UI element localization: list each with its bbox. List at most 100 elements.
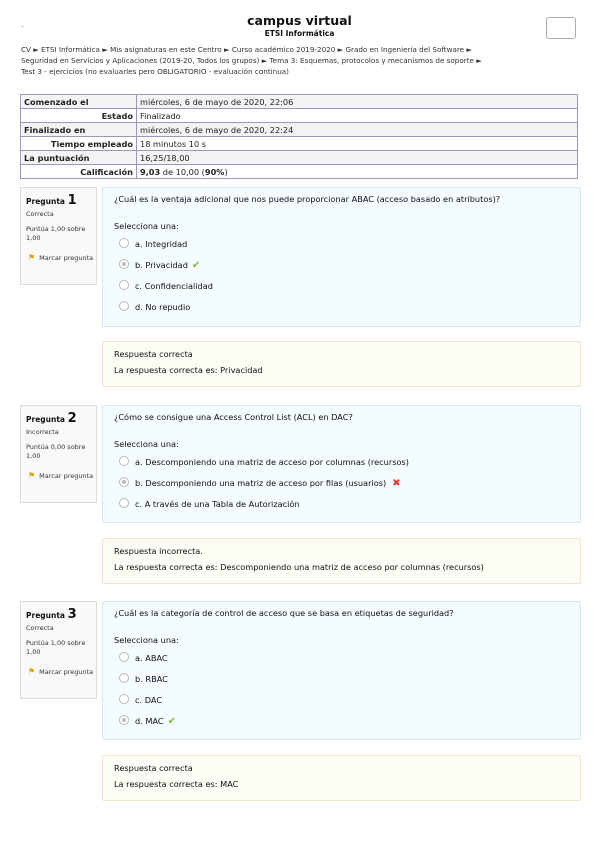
radio-icon[interactable] [119,652,129,662]
answer-option[interactable]: b. Privacidad ✔ [119,259,200,271]
question-number-value: 2 [67,411,77,426]
grade-bold: 9,03 [140,166,161,177]
flag-question-link[interactable]: ⚑ Marcar pregunta [26,667,93,677]
flag-question-link[interactable]: ⚑ Marcar pregunta [26,471,93,481]
breadcrumb-item-cv[interactable]: CV ► [21,45,39,54]
question-state: Correcta [26,210,54,218]
grade-end: ) [224,166,228,177]
flag-icon: ⚑ [28,471,36,480]
flag-label: Marcar pregunta [39,472,94,480]
question-box-2: ¿Cómo se consigue una Access Control Lis… [102,405,581,523]
check-icon: ✔ [167,716,177,727]
site-subtitle: ETSI Informática [264,29,335,38]
answer-option[interactable]: d. MAC ✔ [119,715,176,727]
summary-row-finished: Finalizado en miércoles, 6 de mayo de 20… [20,122,578,137]
radio-icon[interactable] [119,301,129,311]
summary-label: Calificación [20,164,137,179]
answer-label: c. Confidencialidad [135,281,213,291]
breadcrumb-item-etsi[interactable]: ETSI Informática ► [41,45,108,54]
question-points: Puntúa 1,00 sobre 1,00 [26,225,86,242]
summary-row-time: Tiempo empleado 18 minutos 10 s [20,136,578,151]
answer-option[interactable]: d. No repudio [119,301,190,312]
question-box-1: ¿Cuál es la ventaja adicional que nos pu… [102,187,581,327]
summary-value: 16,25/18,00 [136,150,578,165]
summary-value: 9,03 de 10,00 (90%) [136,164,578,179]
breadcrumb-item-topic[interactable]: Tema 3: Esquemas, protocolos y mecanismo… [270,56,482,65]
breadcrumb-item-course[interactable]: Seguridad en Servicios y Aplicaciones (2… [21,56,267,65]
flag-question-link[interactable]: ⚑ Marcar pregunta [26,253,93,263]
answer-label: a. ABAC [135,653,168,663]
question-label: Pregunta [26,415,65,424]
answer-label: a. Descomponiendo una matriz de acceso p… [135,457,409,467]
answer-label: d. MAC [135,716,164,726]
answer-label: c. DAC [135,695,163,705]
feedback-answer: La respuesta correcta es: Descomponiendo… [114,562,484,572]
answer-option[interactable]: c. Confidencialidad [119,280,213,291]
answer-option[interactable]: c. DAC [119,694,162,705]
answer-option[interactable]: c. A través de una Tabla de Autorización [119,498,300,509]
feedback-status: Respuesta correcta [114,763,193,773]
answer-label: d. No repudio [135,302,191,312]
answer-label: b. RBAC [135,674,168,684]
question-prompt: Selecciona una: [114,635,179,645]
check-icon: ✔ [191,260,201,271]
breadcrumb: CV ► ETSI Informática ► Mis asignaturas … [21,44,581,77]
flag-label: Marcar pregunta [39,668,94,676]
radio-icon[interactable] [119,238,129,248]
answer-option[interactable]: a. ABAC [119,652,168,663]
summary-label: La puntuación [20,150,137,165]
radio-icon[interactable] [119,280,129,290]
question-text: ¿Cómo se consigue una Access Control Lis… [114,412,353,422]
radio-icon[interactable] [119,694,129,704]
summary-row-points: La puntuación 16,25/18,00 [20,150,578,165]
question-info-2: Pregunta 2 Incorrecta Puntúa 0,00 sobre … [20,405,97,503]
answer-option[interactable]: b. RBAC [119,673,168,684]
radio-icon[interactable] [119,498,129,508]
summary-label: Estado [20,108,137,123]
radio-icon[interactable] [119,673,129,683]
cross-icon: ✖ [392,478,401,489]
summary-value: miércoles, 6 de mayo de 2020, 22:24 [136,122,578,137]
question-label: Pregunta [26,611,65,620]
flag-icon: ⚑ [28,667,36,676]
question-box-3: ¿Cuál es la categoría de control de acce… [102,601,581,740]
feedback-status: Respuesta incorrecta. [114,546,203,556]
question-prompt: Selecciona una: [114,221,179,231]
question-number: Pregunta 3 [26,607,77,622]
radio-icon[interactable] [119,715,129,725]
breadcrumb-item-quiz[interactable]: Test 3 - ejercicios (no evaluarles pero … [21,67,289,76]
flag-icon: ⚑ [28,253,36,262]
question-state: Correcta [26,624,54,632]
summary-row-state: Estado Finalizado [20,108,578,123]
feedback-box-3: Respuesta correcta La respuesta correcta… [102,755,581,801]
feedback-answer: La respuesta correcta es: Privacidad [114,365,263,375]
summary-row-grade: Calificación 9,03 de 10,00 (90%) [20,164,578,179]
radio-icon[interactable] [119,456,129,466]
feedback-answer: La respuesta correcta es: MAC [114,779,239,789]
feedback-status: Respuesta correcta [114,349,193,359]
answer-option[interactable]: b. Descomponiendo una matriz de acceso p… [119,477,401,489]
summary-row-started: Comenzado el miércoles, 6 de mayo de 202… [20,94,578,109]
breadcrumb-item-my-courses[interactable]: Mis asignaturas en este Centro ► [110,45,229,54]
feedback-box-1: Respuesta correcta La respuesta correcta… [102,341,581,387]
breadcrumb-item-academic-year[interactable]: Curso académico 2019-2020 ► [232,45,343,54]
question-number-value: 3 [67,607,77,622]
question-text: ¿Cuál es la ventaja adicional que nos pu… [114,194,501,204]
question-info-3: Pregunta 3 Correcta Puntúa 1,00 sobre 1,… [20,601,97,699]
question-prompt: Selecciona una: [114,439,179,449]
site-title[interactable]: campus virtual [0,13,599,28]
answer-label: a. Integridad [135,239,188,249]
question-label: Pregunta [26,197,65,206]
summary-label: Finalizado en [20,122,137,137]
question-points: Puntúa 1,00 sobre 1,00 [26,639,86,656]
answer-label: c. A través de una Tabla de Autorización [135,499,300,509]
question-state: Incorrecta [26,428,59,436]
answer-label: b. Privacidad [135,260,188,270]
answer-option[interactable]: a. Integridad [119,238,187,249]
radio-icon[interactable] [119,259,129,269]
grade-mid: de 10,00 ( [160,166,205,177]
radio-icon[interactable] [119,477,129,487]
user-menu-button[interactable] [546,17,576,39]
breadcrumb-item-degree[interactable]: Grado en Ingeniería del Software ► [345,45,471,54]
answer-option[interactable]: a. Descomponiendo una matriz de acceso p… [119,456,409,467]
